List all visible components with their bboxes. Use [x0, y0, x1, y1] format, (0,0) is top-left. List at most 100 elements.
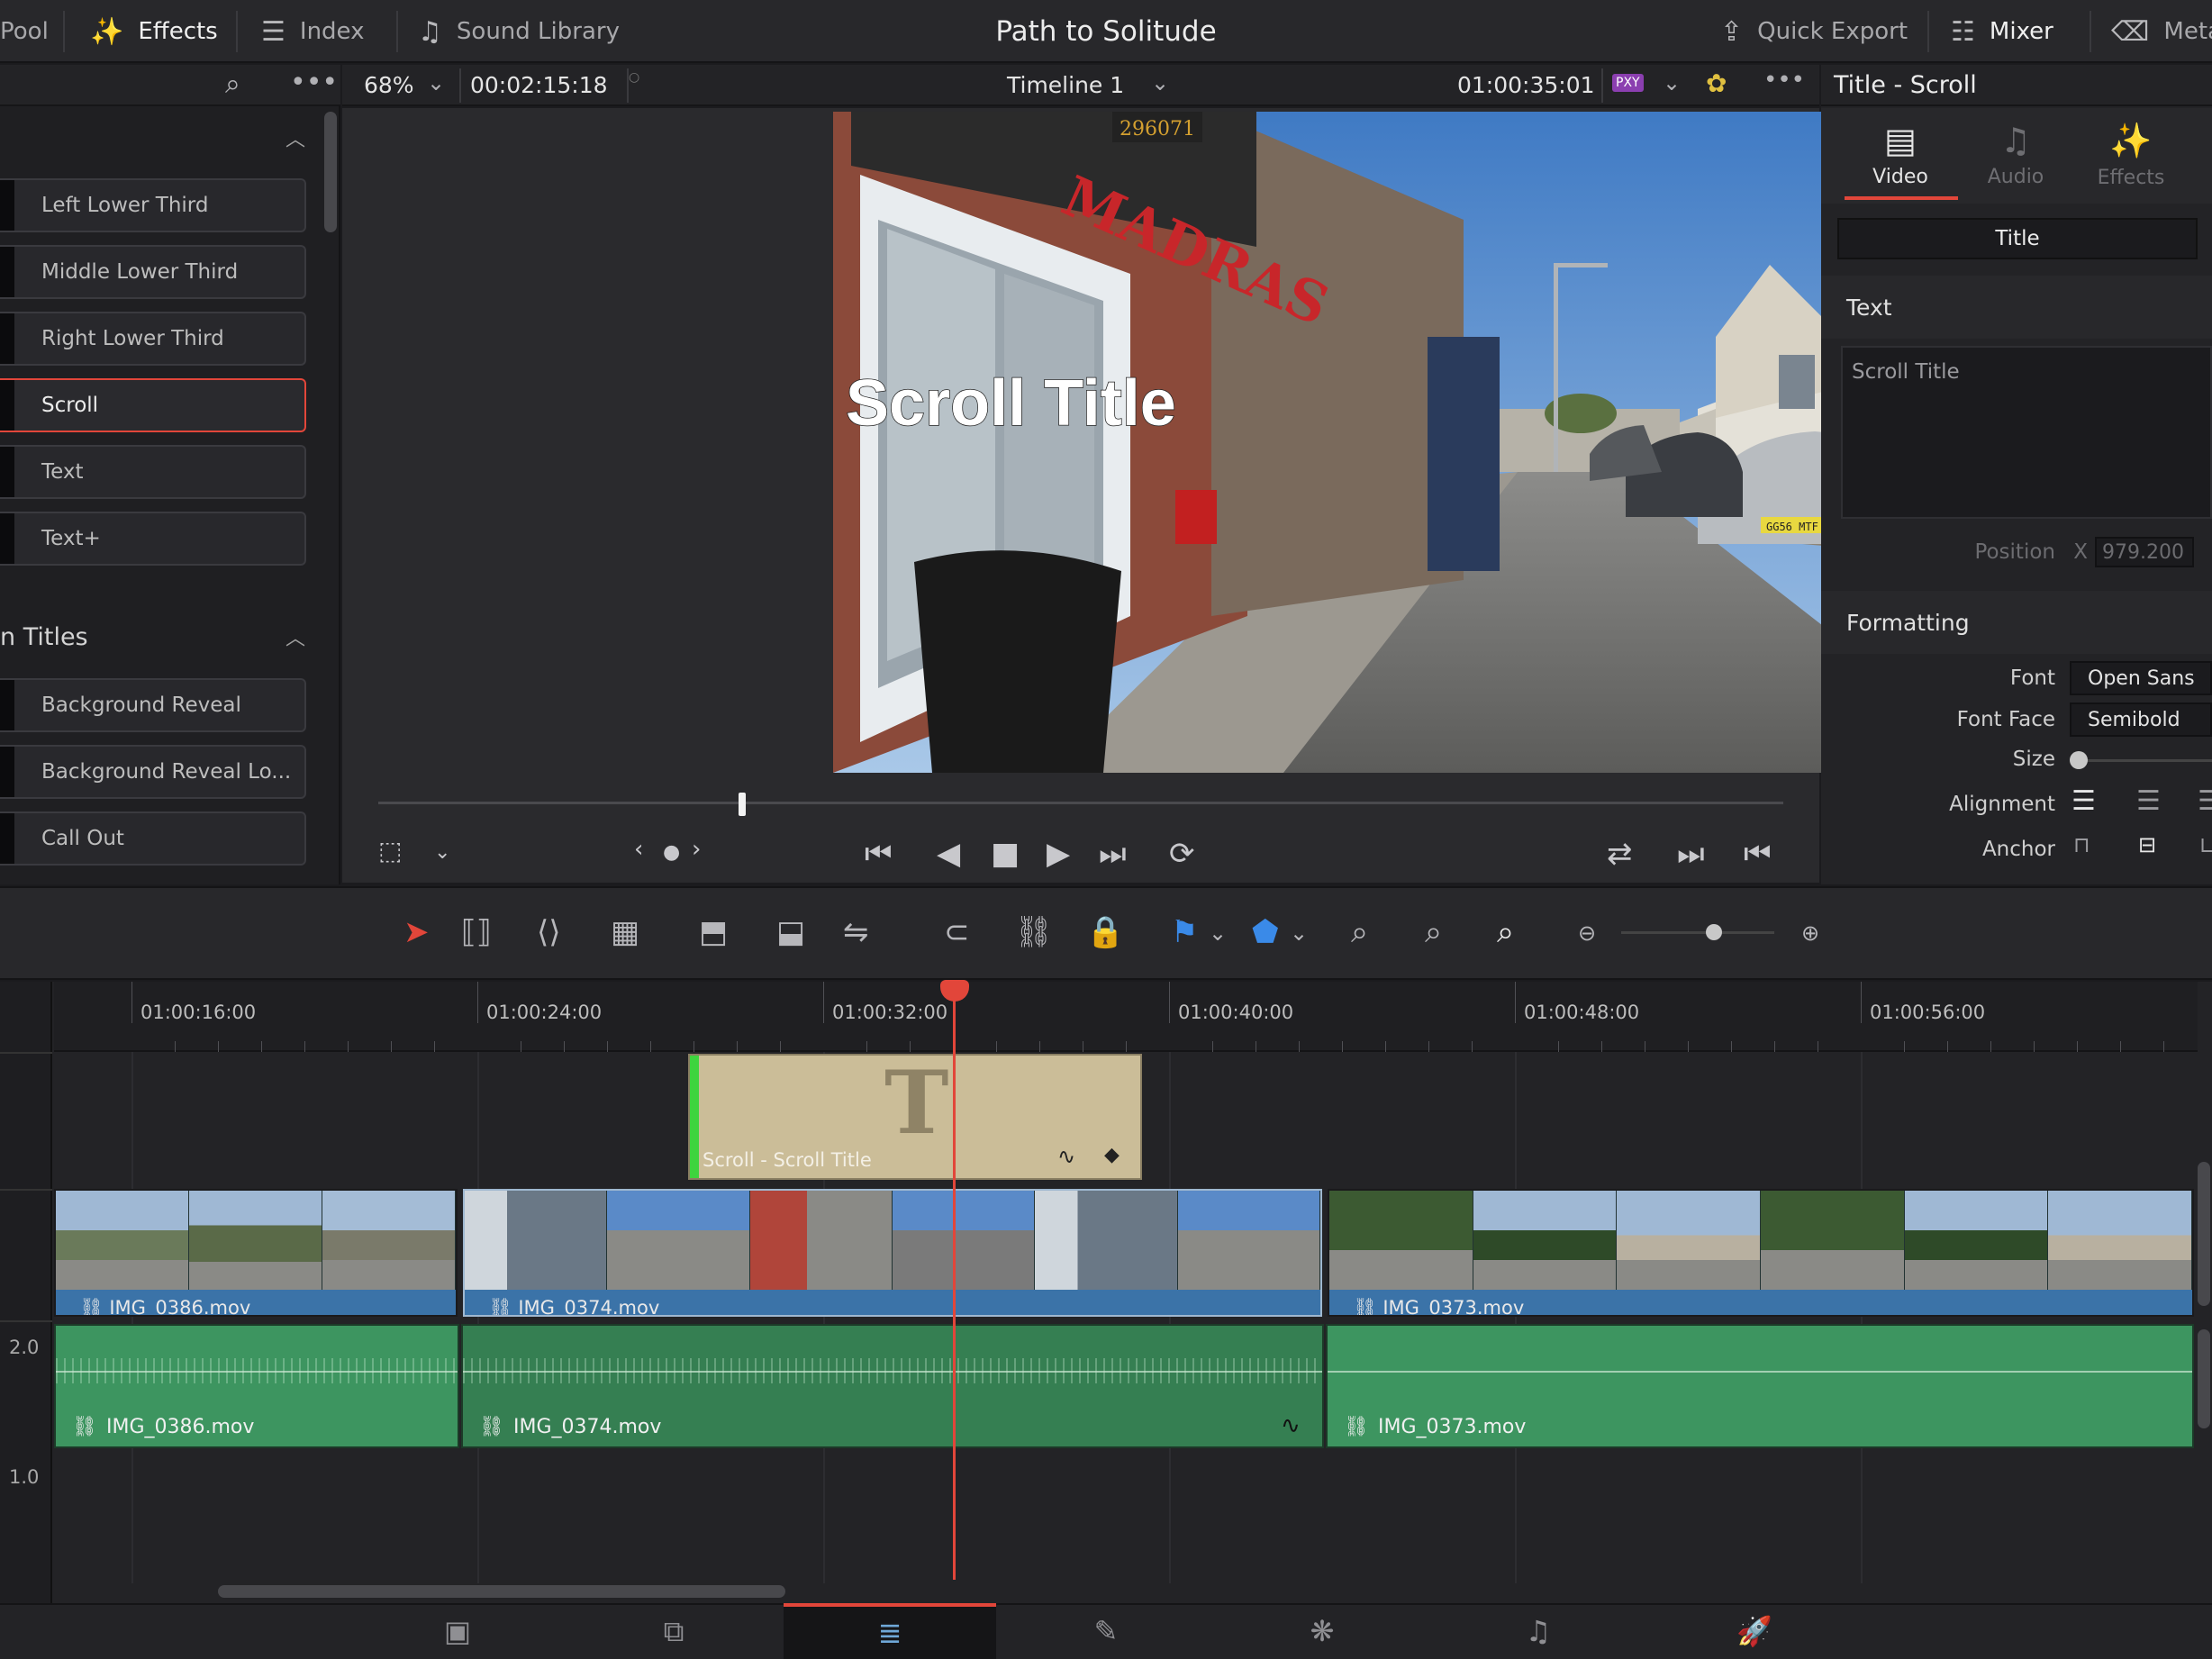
search-icon[interactable]: ⌕: [225, 68, 240, 100]
align-right-icon[interactable]: ☰: [2198, 785, 2212, 817]
effect-item-middle-lower-third[interactable]: Middle Lower Third: [0, 245, 306, 299]
effects-scrollbar[interactable]: [324, 112, 337, 232]
match-frame-icon[interactable]: ⇄: [1607, 836, 1633, 872]
chevron-down-icon[interactable]: ⌄: [1663, 70, 1681, 95]
page-edit[interactable]: ≣: [784, 1603, 996, 1659]
timeline-name[interactable]: Timeline 1: [1007, 72, 1124, 98]
effect-item-call-out[interactable]: Call Out: [0, 811, 306, 866]
metadata-button[interactable]: ⌫ Meta: [2111, 0, 2212, 63]
jog-previous-icon[interactable]: ‹: [634, 836, 643, 863]
zoom-level[interactable]: 68%: [364, 72, 414, 98]
audio-clip[interactable]: ⛓ IMG_0374.mov ∿: [461, 1324, 1324, 1448]
zoom-out-icon[interactable]: ⊖: [1578, 920, 1596, 946]
transform-icon[interactable]: ⬚: [378, 836, 402, 866]
chevron-down-icon[interactable]: ⌄: [434, 841, 450, 864]
formatting-section-header[interactable]: Formatting: [1821, 591, 2212, 654]
position-lock-icon[interactable]: 🔒: [1086, 914, 1124, 950]
zoom-full-icon[interactable]: ⌕: [1351, 914, 1368, 950]
effects-button[interactable]: ✨ Effects: [90, 0, 218, 63]
trim-edit-icon[interactable]: ⟦⟧: [461, 914, 492, 950]
jog-next-icon[interactable]: ›: [692, 836, 701, 863]
zoom-in-icon[interactable]: ⊕: [1801, 920, 1819, 946]
jog-dot-icon[interactable]: ●: [663, 841, 680, 864]
font-dropdown[interactable]: Open Sans: [2070, 661, 2212, 695]
effect-item-text[interactable]: Text: [0, 445, 306, 499]
fusion-titles-section-header[interactable]: n Titles ︿: [0, 605, 311, 668]
keyframe-icon[interactable]: ◆: [1104, 1144, 1120, 1166]
effects-section-header[interactable]: ︿: [0, 106, 311, 169]
audio-clip[interactable]: ⛓ IMG_0373.mov: [1326, 1324, 2194, 1448]
effect-item-right-lower-third[interactable]: Right Lower Third: [0, 312, 306, 366]
sound-library-button[interactable]: ♫ Sound Library: [418, 0, 620, 63]
previous-edit-icon[interactable]: ⏮: [1744, 836, 1772, 872]
mixer-button[interactable]: ☷ Mixer: [1951, 0, 2053, 63]
align-center-icon[interactable]: ☰: [2136, 785, 2161, 817]
title-clip[interactable]: T Scroll - Scroll Title ∿ ◆: [688, 1052, 1142, 1180]
flag-icon[interactable]: ⚑: [1171, 914, 1198, 950]
chevron-down-icon[interactable]: ⌄: [1151, 70, 1169, 95]
color-picker-icon[interactable]: ✿: [1706, 68, 1727, 98]
zoom-detail-icon[interactable]: ⌕: [1425, 914, 1442, 950]
position-x-field[interactable]: 979.200: [2095, 537, 2194, 567]
overwrite-clip-icon[interactable]: ⬓: [776, 914, 805, 950]
video-track-scrollbar[interactable]: [2198, 1162, 2210, 1306]
scrubber-playhead[interactable]: [739, 793, 747, 816]
clip-trim-handle[interactable]: [690, 1056, 699, 1178]
marker-icon[interactable]: ⬟: [1252, 914, 1279, 950]
dynamic-trim-icon[interactable]: ⟨⟩: [537, 914, 561, 950]
snapping-icon[interactable]: ⊂: [944, 914, 970, 950]
video-clip[interactable]: ⛓ IMG_0373.mov: [1328, 1189, 2194, 1317]
play-icon[interactable]: ▶: [1047, 836, 1070, 872]
size-slider-track[interactable]: [2081, 759, 2212, 762]
chevron-up-icon[interactable]: ︿: [286, 123, 305, 152]
media-pool-button[interactable]: Pool: [0, 0, 49, 63]
quick-export-button[interactable]: ⇪ Quick Export: [1720, 0, 1908, 63]
zoom-slider-handle[interactable]: [1706, 924, 1722, 940]
tab-video[interactable]: ▤ Video: [1845, 121, 1956, 188]
proxy-badge[interactable]: PXY: [1612, 74, 1644, 92]
stop-icon[interactable]: ■: [991, 836, 1020, 872]
selection-tool-icon[interactable]: ➤: [403, 914, 430, 950]
viewer-scrubber[interactable]: [378, 802, 1783, 804]
effect-item-left-lower-third[interactable]: Left Lower Third: [0, 178, 306, 232]
tab-effects[interactable]: ✨ Effects: [2075, 121, 2187, 189]
more-options-icon[interactable]: •••: [290, 67, 338, 98]
text-section-header[interactable]: Text: [1821, 276, 2212, 339]
effect-item-background-reveal[interactable]: Background Reveal: [0, 678, 306, 732]
timeline-horizontal-scrollbar[interactable]: [218, 1585, 785, 1598]
audio-track-scrollbar[interactable]: [2198, 1329, 2210, 1428]
play-reverse-icon[interactable]: ◀: [937, 836, 960, 872]
go-to-end-icon[interactable]: ⏭: [1099, 836, 1127, 872]
page-fusion[interactable]: ✎: [1000, 1603, 1212, 1659]
effect-item-background-reveal-lower[interactable]: Background Reveal Lo...: [0, 745, 306, 799]
title-text-input[interactable]: Scroll Title: [1841, 346, 2212, 519]
next-edit-icon[interactable]: ⏭: [1677, 836, 1705, 872]
zoom-slider-track[interactable]: [1621, 931, 1774, 934]
size-slider-handle[interactable]: [2070, 751, 2088, 769]
index-button[interactable]: ☰ Index: [261, 0, 364, 63]
zoom-custom-icon[interactable]: ⌕: [1497, 914, 1514, 950]
overlay-title-text[interactable]: Scroll Title: [845, 367, 1176, 440]
page-cut[interactable]: ⧉: [567, 1603, 780, 1659]
curve-icon[interactable]: ∿: [1281, 1412, 1301, 1439]
go-to-start-icon[interactable]: ⏮: [865, 836, 893, 872]
anchor-middle-icon[interactable]: ⊟: [2138, 832, 2156, 857]
blade-tool-icon[interactable]: ▦: [611, 914, 639, 950]
page-fairlight[interactable]: ♫: [1432, 1603, 1645, 1659]
page-media[interactable]: ▣: [351, 1603, 564, 1659]
more-options-icon[interactable]: •••: [1763, 67, 1805, 94]
chevron-down-icon[interactable]: ⌄: [1209, 920, 1227, 946]
effect-item-scroll[interactable]: Scroll: [0, 378, 306, 432]
anchor-bottom-icon[interactable]: ⊔: [2199, 832, 2212, 857]
replace-clip-icon[interactable]: ⇋: [843, 914, 869, 950]
audio-clip[interactable]: ⛓ IMG_0386.mov: [54, 1324, 459, 1448]
tab-audio[interactable]: ♫ Audio: [1960, 121, 2071, 188]
loop-icon[interactable]: ⟳: [1169, 836, 1195, 872]
insert-clip-icon[interactable]: ⬒: [699, 914, 728, 950]
chevron-down-icon[interactable]: ⌄: [1290, 920, 1308, 946]
page-color[interactable]: ❋: [1216, 1603, 1428, 1659]
subtab-title[interactable]: Title: [1837, 218, 2198, 259]
playhead-line[interactable]: [953, 982, 956, 1580]
effect-item-text-plus[interactable]: Text+: [0, 512, 306, 566]
video-clip[interactable]: ⛓ IMG_0374.mov: [463, 1189, 1322, 1317]
